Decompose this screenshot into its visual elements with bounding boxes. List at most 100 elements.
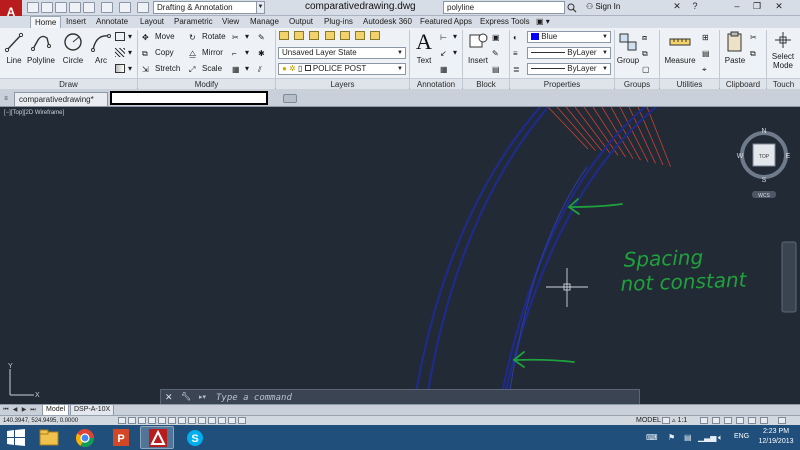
grid-display-icon[interactable] (138, 417, 146, 424)
signal-icon[interactable]: ▁▃▅ (698, 433, 716, 442)
next-layout-icon[interactable]: ▶ (20, 406, 28, 414)
cut-tool[interactable]: ✂ (750, 31, 763, 43)
dimension-tool[interactable]: ⊢ ▾ (440, 31, 457, 43)
flag-icon[interactable]: ⚑ (668, 433, 675, 442)
hardware-acceleration-icon[interactable] (736, 417, 744, 424)
annotation-visibility-icon[interactable] (700, 417, 708, 424)
panel-title-properties[interactable]: Properties (510, 78, 614, 89)
help-icon[interactable]: ? (686, 0, 704, 14)
tab-insert[interactable]: Insert (66, 16, 86, 28)
new-tab-button[interactable] (283, 94, 297, 103)
text-tool[interactable]: A Text (412, 30, 436, 66)
isolate-objects-icon[interactable] (748, 417, 756, 424)
object-snap-icon[interactable] (168, 417, 176, 424)
ribbon-toggle-icon[interactable]: ▣ ▾ (536, 16, 550, 28)
search-icon[interactable] (566, 1, 582, 14)
select-mode-tool[interactable]: Select Mode (768, 30, 798, 70)
save-as-icon[interactable] (69, 2, 81, 13)
polyline-tool[interactable]: Polyline (26, 30, 56, 65)
network-icon[interactable]: ▤ (684, 433, 692, 442)
tab-featured-apps[interactable]: Featured Apps (420, 16, 472, 28)
line-tool[interactable]: Line (3, 30, 25, 65)
lineweight-tool[interactable]: ≣ (513, 63, 526, 75)
panel-title-utilities[interactable]: Utilities (660, 78, 719, 89)
tab-annotate[interactable]: Annotate (96, 16, 128, 28)
command-input[interactable] (216, 391, 626, 404)
viewcube-south[interactable]: S (762, 177, 767, 184)
measure-tool[interactable]: Measure (662, 30, 698, 65)
hatch-tool[interactable]: ▾ (115, 47, 132, 59)
viewcube-north[interactable]: N (761, 128, 766, 135)
id-point-tool[interactable]: ⌖ (702, 63, 715, 75)
group-tool[interactable]: Group (616, 30, 640, 65)
dynamic-ucs-icon[interactable] (198, 417, 206, 424)
panel-title-block[interactable]: Block (463, 78, 509, 89)
array-tool[interactable]: ▦ ▾ (232, 63, 249, 75)
viewcube-west[interactable]: W (737, 153, 744, 160)
group-select-tool[interactable]: ▢ (642, 63, 655, 75)
rectangle-tool[interactable]: ▾ (115, 31, 132, 43)
file-explorer-app[interactable] (32, 426, 66, 449)
list-properties-tool[interactable]: ≡ (513, 47, 526, 59)
move-tool[interactable]: ✥ Move (142, 31, 175, 43)
minimize-button[interactable]: – (728, 0, 746, 14)
ungroup-tool[interactable]: ⧈ (642, 31, 655, 43)
new-file-icon[interactable] (27, 2, 39, 13)
circle-tool[interactable]: Circle (59, 30, 87, 65)
previous-layout-icon[interactable]: ◀ (11, 406, 19, 414)
copy-tool[interactable]: ⧉ Copy (142, 47, 174, 59)
first-layout-icon[interactable]: ⏮ (2, 406, 10, 414)
last-layout-icon[interactable]: ⏭ (29, 406, 37, 414)
input-language[interactable]: ENG (734, 433, 749, 440)
chrome-app[interactable] (68, 426, 102, 449)
recent-commands-icon[interactable]: ▸▾ (199, 393, 206, 401)
panel-title-draw[interactable]: Draw (0, 78, 137, 89)
drawing-canvas[interactable]: [−][Top][2D Wireframe] Y X TOP N S E W W… (0, 107, 800, 404)
wcs-label[interactable]: WCS (758, 193, 770, 199)
edit-block-tool[interactable]: ✎ (492, 47, 505, 59)
linetype-dropdown[interactable]: ByLayer ▼ (527, 47, 611, 59)
redo-icon[interactable] (119, 2, 131, 13)
tab-plug-ins[interactable]: Plug-ins (324, 16, 353, 28)
clock[interactable]: 2:23 PM 12/19/2013 (756, 427, 796, 447)
dynamic-input-icon[interactable] (208, 417, 216, 424)
scale-tool[interactable]: ⤢ Scale (189, 63, 222, 75)
snap-mode-icon[interactable] (128, 417, 136, 424)
powerpoint-app[interactable]: P (104, 426, 138, 449)
panel-title-groups[interactable]: Groups (615, 78, 659, 89)
chevron-down-icon[interactable]: ▼ (256, 1, 265, 14)
table-tool[interactable]: ▦ (440, 63, 453, 75)
create-block-tool[interactable]: ▣ (492, 31, 505, 43)
search-input[interactable]: polyline (443, 1, 565, 14)
fillet-tool[interactable]: ⌐ ▾ (232, 47, 249, 59)
infer-constraints-icon[interactable] (118, 417, 126, 424)
tab-output[interactable]: Output (289, 16, 313, 28)
skype-app[interactable]: S (178, 426, 212, 449)
tab-parametric[interactable]: Parametric (174, 16, 213, 28)
sign-in-button[interactable]: ⚇ Sign In (586, 2, 620, 11)
viewcube-face[interactable]: TOP (759, 154, 770, 160)
insert-tool[interactable]: Insert (465, 30, 491, 65)
lineweight-dropdown[interactable]: ByLayer ▼ (527, 63, 611, 75)
calculator-tool[interactable]: ▤ (702, 47, 715, 59)
match-properties-tool[interactable]: ◐ (513, 31, 526, 43)
mirror-tool[interactable]: ⧋ Mirror (189, 47, 223, 59)
undo-icon[interactable] (101, 2, 113, 13)
offset-tool[interactable]: ⫽ (258, 63, 271, 75)
erase-tool[interactable]: ✎ (258, 31, 271, 43)
autocad-app[interactable] (140, 426, 174, 449)
quick-view-layouts-icon[interactable] (662, 417, 670, 424)
save-icon[interactable] (55, 2, 67, 13)
tab-autodesk-360[interactable]: Autodesk 360 (363, 16, 412, 28)
keyboard-icon[interactable]: ⌨ (646, 433, 658, 442)
workspace-switching-icon[interactable] (712, 417, 720, 424)
trim-tool[interactable]: ✂ ▾ (232, 31, 249, 43)
explode-tool[interactable]: ✱ (258, 47, 271, 59)
tab-express-tools[interactable]: Express Tools (480, 16, 530, 28)
arc-tool[interactable]: Arc (89, 30, 113, 65)
leader-tool[interactable]: ↙ ▾ (440, 47, 457, 59)
panel-title-layers[interactable]: Layers (276, 78, 409, 89)
stretch-tool[interactable]: ⇲ Stretch (142, 63, 180, 75)
panel-title-modify[interactable]: Modify (138, 78, 275, 89)
maximize-button[interactable]: ❐ (748, 0, 766, 14)
